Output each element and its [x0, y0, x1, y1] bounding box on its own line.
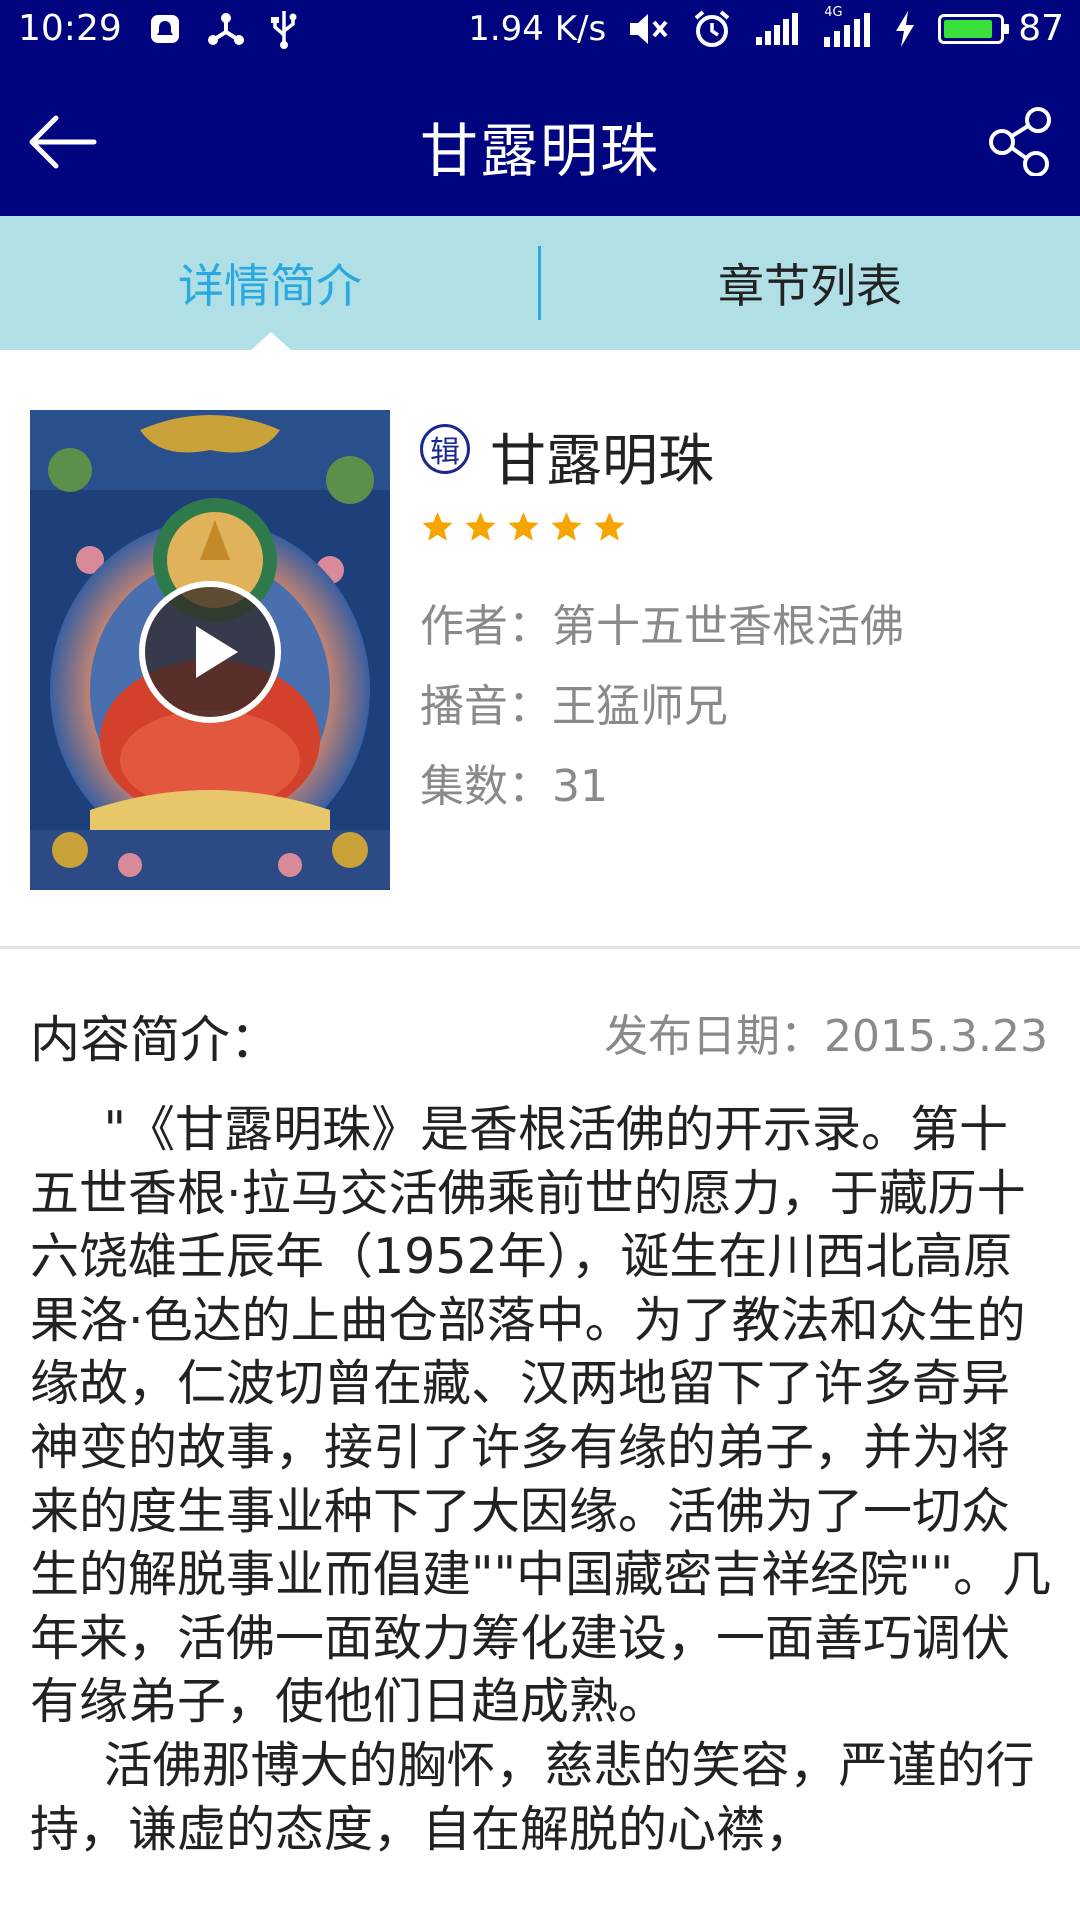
app-toolbar: 甘露明珠 [0, 64, 1080, 216]
signal-icon [754, 12, 800, 45]
star-icon [551, 512, 582, 541]
mute-icon [628, 11, 670, 47]
release-date: 发布日期：2015.3.23 [604, 1011, 1048, 1062]
alarm-icon [692, 9, 732, 49]
notification-icon [148, 12, 182, 46]
narrator-line: 播音：王猛师兄 [420, 670, 728, 734]
author-line: 作者：第十五世香根活佛 [420, 590, 904, 654]
star-icon [465, 512, 496, 541]
episodes-line: 集数：31 [420, 750, 608, 814]
charging-icon [894, 10, 916, 47]
episodes-value: 31 [552, 761, 608, 812]
author-label: 作者： [420, 601, 552, 652]
network-type-label: 4G [824, 4, 843, 20]
play-button[interactable] [136, 578, 284, 726]
tab-details[interactable]: 详情简介 [0, 216, 540, 350]
album-cover[interactable] [30, 410, 390, 890]
usb-icon [270, 9, 298, 49]
status-time: 10:29 [18, 8, 122, 49]
status-bar: 10:29 1.94 K/s 4G 87 [0, 0, 1080, 64]
episodes-label: 集数： [420, 761, 552, 812]
active-tab-pointer [251, 332, 291, 350]
share-icon[interactable] [988, 106, 1054, 177]
battery-icon [938, 13, 1010, 44]
narrator-label: 播音： [420, 681, 552, 732]
author-value: 第十五世香根活佛 [552, 601, 904, 652]
rating-stars [420, 510, 627, 544]
album-badge: 辑 [420, 424, 470, 474]
page-title: 甘露明珠 [419, 117, 660, 185]
network-speed: 1.94 K/s [468, 8, 607, 49]
star-icon [422, 512, 453, 541]
signal-4g-icon: 4G [822, 5, 872, 47]
battery-level: 87 [1018, 8, 1064, 49]
star-icon [594, 512, 625, 541]
album-title: 甘露明珠 [490, 429, 714, 494]
share-network-icon [207, 12, 244, 46]
content-description: "《甘露明珠》是香根活佛的开示录。第十五世香根·拉马交活佛乘前世的愿力，于藏历十… [30, 1098, 1055, 1861]
content-heading: 内容简介： [30, 1011, 280, 1069]
tab-bar: 详情简介 章节列表 [0, 216, 1080, 350]
section-divider [0, 946, 1080, 949]
narrator-value: 王猛师兄 [552, 681, 728, 732]
star-icon [508, 512, 539, 541]
tab-chapters[interactable]: 章节列表 [540, 216, 1080, 350]
description-paragraph: "《甘露明珠》是香根活佛的开示录。第十五世香根·拉马交活佛乘前世的愿力，于藏历十… [30, 1101, 1052, 1731]
description-paragraph: 活佛那博大的胸怀，慈悲的笑容，严谨的行持，谦虚的态度，自在解脱的心襟， [30, 1736, 1035, 1858]
